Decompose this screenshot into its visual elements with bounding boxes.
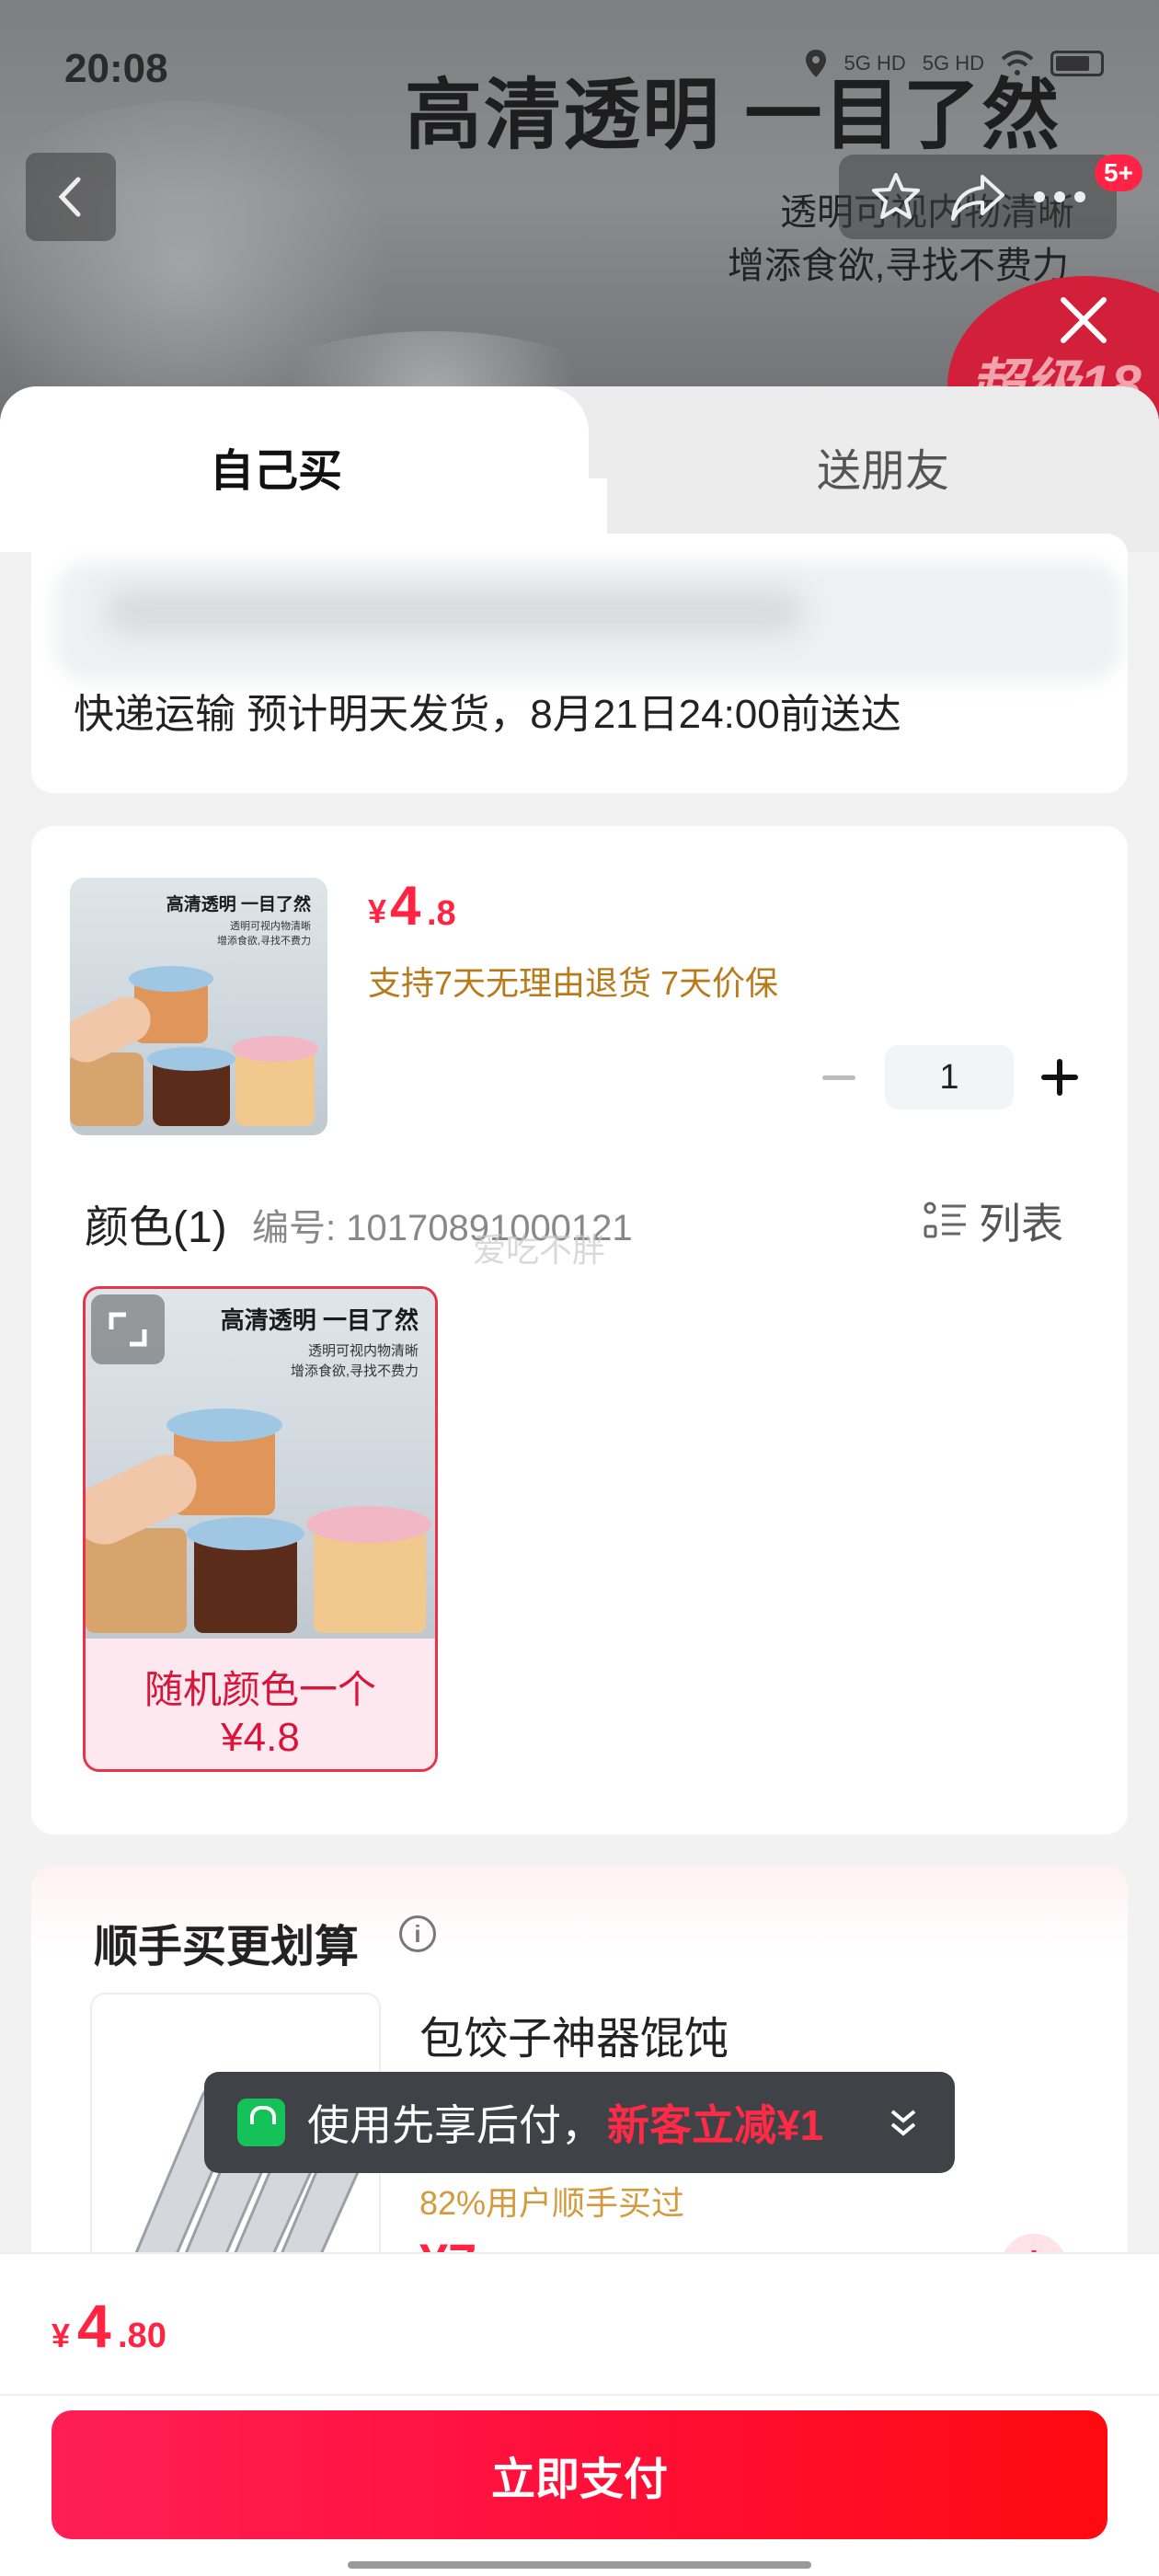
thumb-subtitle: 增添食欲,寻找不费力 [216,936,311,947]
top-actions [839,155,1117,239]
total-symbol: ¥ [52,2317,71,2354]
purchase-sheet: 自己买 送朋友 快递运输 预计明天发货，8月21日24:00前送达 高清透明 一… [0,386,1159,2576]
pay-later-toast[interactable]: 使用先享后付， 新客立减¥1 [204,2072,955,2173]
jar-lid [129,966,213,992]
jar-lid [306,1506,431,1543]
thumb-subtitle: 透明可视内物清晰 [230,921,311,932]
address-card[interactable]: 快递运输 预计明天发货，8月21日24:00前送达 [31,534,1128,793]
option-image-subtitle: 增添食欲,寻找不费力 [290,1363,419,1379]
jar-lid [166,1409,282,1442]
thumb-title: 高清透明 一目了然 [166,895,311,914]
price-integer: 4 [390,875,421,937]
jar-lid [187,1517,304,1550]
list-view-toggle[interactable]: 列表 [924,1190,1063,1251]
guarantee-text: 支持7天无理由退货 7天价保 [368,964,779,1002]
color-option-name: 随机颜色一个 [143,1668,376,1711]
banner-subtitle: 增添食欲,寻找不费力 [727,246,1069,286]
increase-button[interactable] [1032,1050,1087,1105]
back-button[interactable] [26,153,116,241]
star-icon[interactable] [868,169,924,224]
more-icon[interactable] [1032,188,1087,206]
jar-shape [70,1052,143,1126]
color-option-price: ¥4.8 [221,1715,300,1760]
banner-title: 高清透明 一目了然 [405,72,1061,158]
notification-badge: 5+ [1095,155,1142,191]
tab-buy-self[interactable]: 自己买 [210,434,342,499]
addon-title: 顺手买更划算 [94,1923,360,1972]
close-icon[interactable] [1056,293,1111,348]
price-decimal: .8 [427,894,456,933]
checkout-bar: ¥ 4 .80 立即支付 [0,2252,1159,2576]
status-time: 20:08 [64,46,168,91]
total-decimal: .80 [118,2317,166,2355]
option-image-title: 高清透明 一目了然 [220,1306,419,1334]
product-card: 高清透明 一目了然 透明可视内物清晰 增添食欲,寻找不费力 ¥ 4 .8 支持7… [31,826,1128,1834]
watermark: 爱吃不胖 [473,1231,606,1269]
option-image-subtitle: 透明可视内物清晰 [307,1343,419,1359]
quantity-field[interactable]: 1 [885,1045,1014,1110]
addon-subtitle: 82%用户顺手买过 [419,2184,685,2222]
delivery-estimate: 快递运输 预计明天发货，8月21日24:00前送达 [74,692,901,737]
product-image: 高清透明 一目了然 透明可视内物清晰 增添食欲,寻找不费力 [70,878,327,1135]
home-indicator[interactable] [348,2561,811,2569]
shopping-bag-icon [237,2099,285,2146]
price-symbol: ¥ [368,892,387,930]
expand-icon [109,1312,147,1347]
chevron-left-icon [58,177,81,217]
tab-bar: 自己买 送朋友 [0,386,1159,552]
tab-gift-friend[interactable]: 送朋友 [817,434,949,499]
product-banner-background: 20:08 5G HD 5G HD 高清透明 一目了然 透明可视内物清晰 增添食… [0,0,1159,432]
toast-highlight: 新客立减¥1 [607,2101,824,2149]
expand-button[interactable] [91,1294,165,1364]
color-option-card[interactable]: 高清透明 一目了然 透明可视内物清晰 增添食欲,寻找不费力 随机颜色一个 ¥4.… [83,1286,438,1772]
product-thumbnail[interactable]: 高清透明 一目了然 透明可视内物清晰 增添食欲,寻找不费力 [70,878,327,1135]
color-option-caption: 随机颜色一个 ¥4.8 [86,1639,435,1769]
share-icon[interactable] [949,171,1006,223]
decrease-button[interactable] [811,1050,866,1105]
list-label: 列表 [979,1200,1063,1248]
quantity-stepper: 1 [811,1045,1087,1110]
total-integer: 4 [77,2292,111,2360]
addon-product-name[interactable]: 包饺子神器馄饨 [419,2002,729,2066]
jar-lid [147,1047,235,1071]
toast-text: 使用先享后付， [307,2101,603,2149]
list-icon [924,1202,966,1238]
address-blurred [105,589,804,635]
pay-now-button[interactable]: 立即支付 [52,2410,1107,2539]
divider [0,2394,1159,2396]
jar-lid [232,1036,318,1062]
color-section-label: 颜色(1) [85,1203,227,1252]
info-icon[interactable]: i [399,1915,436,1952]
chevron-down-icon[interactable] [885,2104,922,2141]
